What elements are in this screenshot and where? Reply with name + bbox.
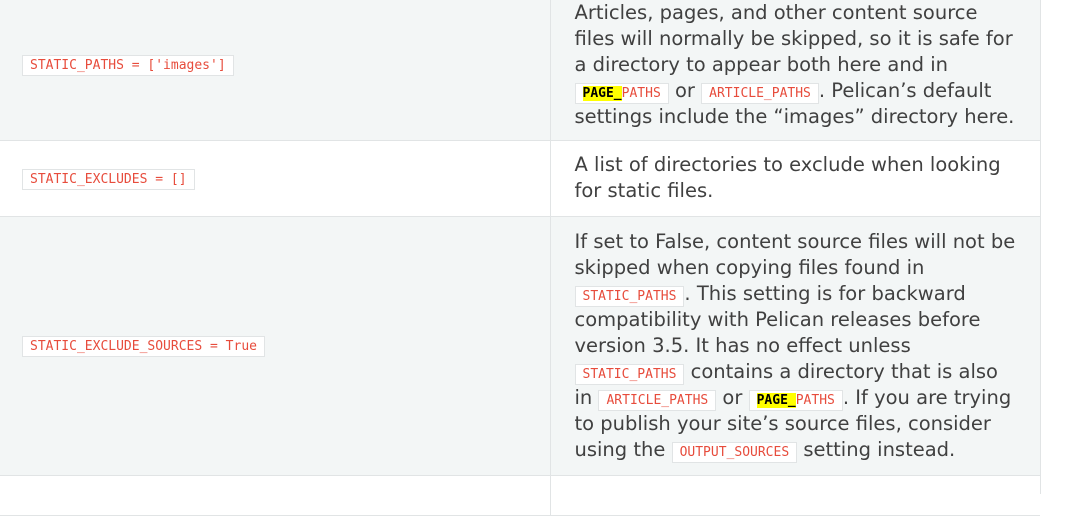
inline-code: STATIC_PATHS <box>574 363 685 385</box>
description-cell: Articles, pages, and other content sourc… <box>550 0 1040 141</box>
settings-table: STATIC_PATHS = ['images'] Articles, page… <box>0 0 1040 516</box>
search-highlight: PAGE_ <box>582 85 622 101</box>
setting-code: STATIC_EXCLUDE_SOURCES = True <box>22 336 265 357</box>
inline-code: OUTPUT_SOURCES <box>671 441 798 463</box>
description-text: Articles, pages, and other content sourc… <box>574 0 1013 76</box>
inline-code: ARTICLE_PATHS <box>701 82 819 104</box>
table-row: STATIC_EXCLUDES = [] A list of directori… <box>0 140 1040 217</box>
setting-code: STATIC_EXCLUDES = [] <box>22 168 195 190</box>
setting-cell <box>0 475 551 516</box>
inline-code: ARTICLE_PATHS <box>598 389 717 411</box>
description-text: or <box>668 78 702 102</box>
setting-cell: STATIC_EXCLUDES = [] <box>0 140 551 217</box>
description-text: setting instead. <box>797 437 956 461</box>
table-row: STATIC_EXCLUDE_SOURCES = True If set to … <box>0 216 1040 476</box>
search-highlight: PAGE_ <box>756 392 796 408</box>
table-row <box>0 475 1040 516</box>
description-cell: A list of directories to exclude when lo… <box>550 140 1040 217</box>
description-cell: If set to False, content source files wi… <box>550 216 1040 476</box>
inline-code: PAGE_PATHS <box>574 82 669 104</box>
inline-code: STATIC_PATHS <box>574 285 685 307</box>
description-text: or <box>716 385 749 409</box>
description-cell <box>550 475 1040 516</box>
setting-cell: STATIC_EXCLUDE_SOURCES = True <box>0 216 551 476</box>
inline-code: PAGE_PATHS <box>748 389 843 411</box>
description-text: If set to False, content source files wi… <box>574 229 1016 279</box>
page-margin <box>1040 0 1078 494</box>
setting-code: STATIC_PATHS = ['images'] <box>22 55 234 77</box>
inline-code-text: PATHS <box>795 392 835 408</box>
inline-code-text: PATHS <box>621 85 661 101</box>
setting-cell: STATIC_PATHS = ['images'] <box>0 0 551 141</box>
table-row: STATIC_PATHS = ['images'] Articles, page… <box>0 0 1040 141</box>
description-text: A list of directories to exclude when lo… <box>574 153 1001 202</box>
